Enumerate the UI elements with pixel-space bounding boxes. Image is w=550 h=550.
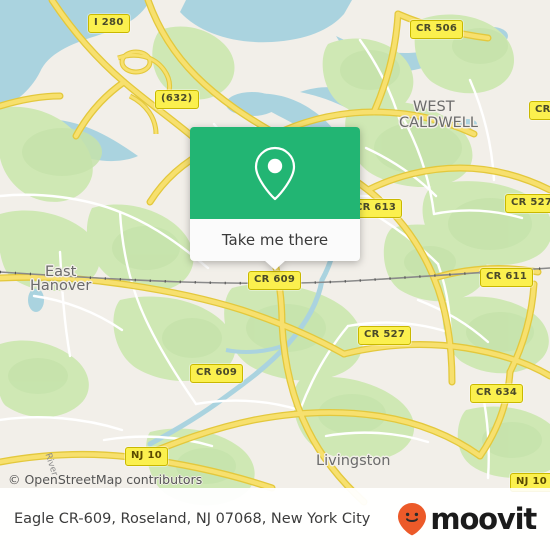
place-label-east-hanover-line2: Hanover: [30, 278, 92, 294]
map-canvas[interactable]: I 280 (632) CR 506 CR CR 613 CR 527 CR 6…: [0, 0, 550, 550]
road-shield-cr527-s: CR 527: [358, 326, 412, 345]
place-label-west-caldwell-line1: WEST: [413, 99, 455, 115]
road-shield-nj10-w: NJ 10: [125, 447, 168, 466]
road-shield-cr-edge: CR: [529, 101, 550, 120]
popup-icon-area: [190, 127, 360, 219]
moovit-wordmark: moovit: [430, 502, 537, 536]
road-shield-cr506: CR 506: [410, 20, 464, 39]
map-popup-card: Take me there: [190, 127, 360, 270]
location-title: Eagle CR-609, Roseland, NJ 07068, New Yo…: [14, 511, 371, 527]
road-shield-i280: I 280: [88, 14, 130, 33]
road-shield-cr634: CR 634: [470, 384, 524, 403]
road-shield-cr611: CR 611: [480, 268, 534, 287]
moovit-brand[interactable]: moovit: [397, 502, 537, 536]
place-label-west-caldwell-line2: CALDWELL: [399, 115, 478, 131]
take-me-there-label: Take me there: [221, 231, 329, 249]
moovit-smiley-pin-icon: [398, 503, 427, 536]
take-me-there-button[interactable]: Take me there: [190, 219, 360, 261]
road-shield-632: (632): [155, 90, 199, 109]
place-label-livingston: Livingston: [316, 453, 391, 469]
footer-bar: Eagle CR-609, Roseland, NJ 07068, New Yo…: [0, 488, 550, 550]
road-shield-cr609-s: CR 609: [190, 364, 244, 383]
road-shield-cr527-n: CR 527: [505, 194, 550, 213]
road-shield-cr609-n: CR 609: [248, 271, 302, 290]
map-pin-icon: [254, 146, 296, 201]
osm-attribution[interactable]: © OpenStreetMap contributors: [8, 472, 202, 487]
moovit-map-screenshot: I 280 (632) CR 506 CR CR 613 CR 527 CR 6…: [0, 0, 550, 550]
popup-tail: [264, 260, 286, 270]
